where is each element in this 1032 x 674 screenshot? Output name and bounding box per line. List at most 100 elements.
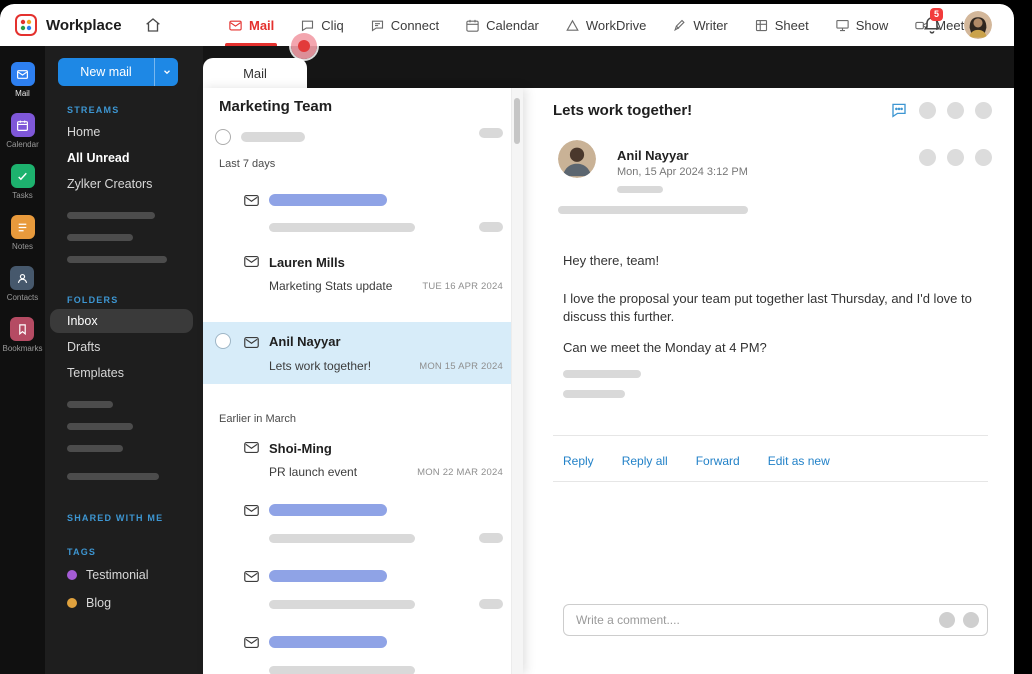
skeleton-bar	[269, 570, 387, 582]
sent-timestamp: Mon, 15 Apr 2024 3:12 PM	[617, 166, 748, 178]
scrollbar-track[interactable]	[511, 88, 523, 674]
reply-all-link[interactable]: Reply all	[622, 454, 668, 468]
message-row-anil-nayyar-selected[interactable]: Anil Nayyar Lets work together! MON 15 A…	[203, 322, 523, 384]
section-header-streams: STREAMS	[67, 105, 120, 115]
envelope-icon	[243, 253, 260, 270]
comment-input[interactable]	[564, 613, 939, 627]
new-mail-button[interactable]: New mail	[58, 58, 178, 86]
comment-send-circle[interactable]	[963, 612, 979, 628]
section-header-folders: FOLDERS	[67, 295, 119, 305]
content-area: Mail Marketing Team Last 7 days Lauren M…	[203, 46, 1014, 674]
nav-item-mail[interactable]: Mail	[224, 4, 278, 46]
skeleton-bar	[269, 636, 387, 648]
skeleton-bar	[241, 132, 305, 142]
message-radio[interactable]	[215, 333, 231, 349]
skeleton-bar	[67, 473, 159, 480]
skeleton-bar	[67, 401, 113, 408]
sidebar-item-home[interactable]: Home	[45, 119, 203, 145]
app-switcher-nav: Mail Cliq Connect Calendar WorkDrive Wri…	[224, 4, 982, 46]
toolbar-action-circle[interactable]	[919, 101, 936, 119]
nav-item-connect[interactable]: Connect	[370, 4, 439, 46]
comment-attach-circle[interactable]	[939, 612, 955, 628]
message-action-circles	[919, 149, 992, 166]
message-action-circle[interactable]	[975, 149, 992, 166]
skeleton-bar	[479, 128, 503, 138]
mail-list-title: Marketing Team	[219, 98, 333, 115]
comment-icon[interactable]	[890, 101, 908, 119]
top-bar: Workplace Mail Cliq Connect Calendar Wor…	[0, 4, 1014, 46]
message-date: MON 15 APR 2024	[419, 361, 503, 372]
skeleton-bar	[479, 533, 503, 543]
nav-item-sheet[interactable]: Sheet	[754, 4, 809, 46]
envelope-icon	[243, 568, 260, 585]
rail-item-bookmarks[interactable]: Bookmarks	[2, 317, 43, 353]
contacts-app-icon	[10, 266, 35, 290]
workdrive-icon	[566, 19, 579, 31]
comment-box	[563, 604, 988, 636]
rail-item-calendar[interactable]: Calendar	[6, 113, 39, 149]
presentation-icon	[836, 19, 849, 31]
nav-item-writer[interactable]: Writer	[672, 4, 728, 46]
rail-item-tasks[interactable]: Tasks	[10, 164, 35, 200]
message-row-shoi-ming[interactable]: Shoi-Ming PR launch event MON 22 MAR 202…	[203, 432, 523, 490]
app-window: Workplace Mail Cliq Connect Calendar Wor…	[0, 4, 1014, 674]
rail-item-notes[interactable]: Notes	[10, 215, 35, 251]
mail-app-icon	[10, 62, 35, 86]
skeleton-bar	[563, 390, 625, 398]
skeleton-bar	[269, 600, 415, 609]
main-area: Mail Calendar Tasks Notes Contacts Bookm…	[0, 46, 1014, 674]
tag-item-blog[interactable]: Blog	[45, 589, 203, 617]
tab-mail[interactable]: Mail	[203, 58, 307, 88]
select-all-row	[215, 129, 305, 145]
zoho-logo-icon[interactable]	[14, 13, 38, 37]
topbar-right-cluster: 5	[922, 4, 992, 46]
reply-link[interactable]: Reply	[563, 454, 594, 468]
envelope-icon	[243, 502, 260, 519]
sidebar-item-zylker-creators[interactable]: Zylker Creators	[45, 171, 203, 197]
rail-item-contacts[interactable]: Contacts	[7, 266, 38, 302]
skeleton-bar	[67, 423, 133, 430]
skeleton-bar	[67, 234, 133, 241]
notification-badge: 5	[930, 8, 944, 21]
message-action-circle[interactable]	[919, 149, 936, 166]
home-icon[interactable]	[144, 16, 162, 34]
nav-item-show[interactable]: Show	[835, 4, 888, 46]
toolbar-action-circle[interactable]	[947, 101, 964, 119]
skeleton-bar	[479, 599, 503, 609]
select-all-radio[interactable]	[215, 129, 231, 145]
group-label-earlier-in-march: Earlier in March	[219, 413, 297, 425]
message-date: MON 22 MAR 2024	[417, 467, 503, 478]
message-action-circle[interactable]	[947, 149, 964, 166]
skeleton-bar	[67, 445, 123, 452]
skeleton-bar	[558, 206, 748, 214]
mail-sidebar: New mail STREAMS Home All Unread Zylker …	[45, 46, 203, 674]
notes-app-icon	[10, 215, 35, 239]
tag-color-dot	[67, 570, 77, 580]
rail-item-mail[interactable]: Mail	[10, 62, 35, 98]
forward-link[interactable]: Forward	[696, 454, 740, 468]
scrollbar-thumb[interactable]	[514, 98, 520, 144]
sidebar-item-all-unread[interactable]: All Unread	[45, 145, 203, 171]
skeleton-bar	[479, 222, 503, 232]
skeleton-bar	[269, 504, 387, 516]
sender-name: Anil Nayyar	[617, 148, 689, 163]
mail-list-panel: Marketing Team Last 7 days Lauren Mills …	[203, 88, 523, 674]
nav-item-workdrive[interactable]: WorkDrive	[565, 4, 646, 46]
tag-item-testimonial[interactable]: Testimonial	[45, 561, 203, 589]
calendar-icon	[466, 19, 479, 32]
message-row-lauren-mills[interactable]: Lauren Mills Marketing Stats update TUE …	[203, 246, 523, 304]
toolbar-action-circle[interactable]	[975, 101, 992, 119]
notification-bell-icon[interactable]: 5	[922, 8, 944, 35]
skeleton-bar	[67, 256, 167, 263]
edit-as-new-link[interactable]: Edit as new	[768, 454, 830, 468]
sender-avatar	[558, 140, 596, 178]
sidebar-item-drafts[interactable]: Drafts	[45, 334, 203, 360]
sheet-grid-icon	[755, 19, 767, 31]
click-cursor-indicator	[291, 33, 317, 59]
reading-pane: Lets work together! Anil Nayyar Mon, 15 …	[523, 88, 1014, 674]
nav-item-calendar[interactable]: Calendar	[465, 4, 539, 46]
sidebar-item-templates[interactable]: Templates	[45, 360, 203, 386]
sidebar-item-inbox[interactable]: Inbox	[50, 309, 193, 333]
chevron-down-icon[interactable]	[154, 58, 178, 86]
user-avatar[interactable]	[964, 11, 992, 39]
